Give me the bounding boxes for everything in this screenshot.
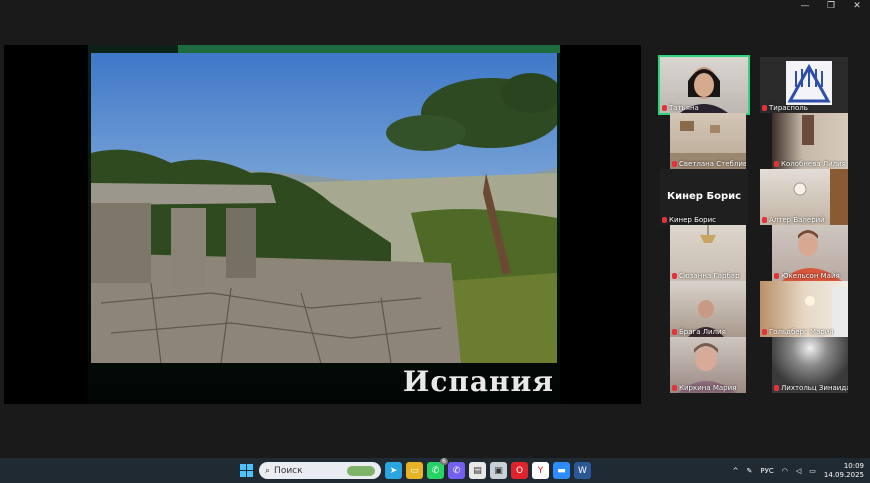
- speaker-icon[interactable]: ◁: [796, 467, 801, 475]
- participant-tile[interactable]: Алтер Валерий: [760, 169, 848, 225]
- zoom-window: — ❐ ✕ Испания Татьяна Тирасполь Светлана…: [0, 0, 870, 458]
- word-icon[interactable]: W: [574, 462, 591, 479]
- viber-icon[interactable]: ✆: [448, 462, 465, 479]
- taskbar-search-box[interactable]: ⌕ Поиск: [259, 462, 381, 479]
- search-icon: ⌕: [265, 465, 271, 476]
- mic-muted-icon: [662, 105, 667, 111]
- participant-name: Брага Лилия: [672, 328, 726, 336]
- participant-tile[interactable]: Гольдберг Мария: [760, 281, 848, 337]
- telegram-icon[interactable]: ➤: [385, 462, 402, 479]
- presentation-slide: Испания: [88, 45, 560, 404]
- windows-start-icon[interactable]: [238, 462, 255, 479]
- yandex-browser-icon[interactable]: Y: [532, 462, 549, 479]
- slide-accent-bar: [178, 45, 560, 53]
- mic-muted-icon: [672, 161, 677, 167]
- mic-muted-icon: [774, 161, 779, 167]
- participant-name: Сюзанна Гарбар: [672, 272, 740, 280]
- participant-tile[interactable]: Брага Лилия: [670, 281, 746, 337]
- participant-name: Колобнева Лилия: [774, 160, 846, 168]
- language-indicator[interactable]: РУС: [760, 467, 773, 475]
- wifi-icon[interactable]: ◠: [782, 467, 788, 475]
- windows-taskbar: ⌕ Поиск ➤ ▭ ✆ 6 ✆ ▤ ▣ O Y ▬ W ^ ✎ РУС ◠ ◁…: [0, 458, 870, 483]
- clock-time: 10:09: [843, 461, 864, 470]
- file-explorer-icon[interactable]: ▭: [406, 462, 423, 479]
- close-button[interactable]: ✕: [844, 0, 870, 14]
- participant-name: Светлана Стебливец: [672, 160, 746, 168]
- participant-tile[interactable]: Светлана Стебливец: [670, 113, 746, 169]
- zoom-icon[interactable]: ▬: [553, 462, 570, 479]
- whatsapp-badge: 6: [440, 458, 448, 465]
- participant-tile[interactable]: Тирасполь: [760, 57, 848, 113]
- mic-muted-icon: [672, 329, 677, 335]
- participant-tile[interactable]: Киркина Мария: [670, 337, 746, 393]
- search-label: Поиск: [274, 465, 303, 476]
- participant-name: Киркина Мария: [672, 384, 736, 392]
- participant-tile[interactable]: Кинер Борис Кинер Борис: [660, 169, 748, 225]
- participant-name: Юкельсон Майя: [774, 272, 840, 280]
- window-controls: — ❐ ✕: [792, 0, 870, 14]
- whatsapp-icon[interactable]: ✆ 6: [427, 458, 448, 479]
- participant-name: Кинер Борис: [662, 216, 716, 224]
- mic-muted-icon: [762, 217, 767, 223]
- taskbar-clock[interactable]: 10:09 14.09.2025: [824, 462, 864, 480]
- taskbar-pinned-apps: ⌕ Поиск ➤ ▭ ✆ 6 ✆ ▤ ▣ O Y ▬ W: [238, 458, 591, 483]
- search-highlight-icon: [347, 465, 375, 476]
- pen-icon[interactable]: ✎: [747, 467, 753, 475]
- participant-name: Гольдберг Мария: [762, 328, 834, 336]
- participant-display-name: Кинер Борис: [666, 191, 742, 202]
- document-app-icon[interactable]: ▤: [469, 462, 486, 479]
- participant-name: Татьяна: [662, 104, 699, 112]
- mic-muted-icon: [762, 329, 767, 335]
- chevron-up-icon[interactable]: ^: [733, 467, 739, 475]
- opera-icon[interactable]: O: [511, 462, 528, 479]
- mic-muted-icon: [774, 273, 779, 279]
- mic-muted-icon: [662, 217, 667, 223]
- participant-name: Лихтольц Зинаида: [774, 384, 848, 392]
- participant-tile[interactable]: Юкельсон Майя: [772, 225, 848, 281]
- mic-muted-icon: [762, 105, 767, 111]
- participant-name: Алтер Валерий: [762, 216, 825, 224]
- mic-muted-icon: [672, 385, 677, 391]
- shared-screen: Испания: [4, 45, 641, 404]
- mic-muted-icon: [672, 273, 677, 279]
- minimize-button[interactable]: —: [792, 0, 818, 14]
- slide-caption: Испания: [402, 365, 554, 398]
- participant-tile[interactable]: Сюзанна Гарбар: [670, 225, 746, 281]
- maximize-button[interactable]: ❐: [818, 0, 844, 14]
- participant-name: Тирасполь: [762, 104, 808, 112]
- battery-icon[interactable]: ▭: [809, 467, 816, 475]
- participant-tile[interactable]: Колобнева Лилия: [772, 113, 848, 169]
- mic-muted-icon: [774, 385, 779, 391]
- photos-app-icon[interactable]: ▣: [490, 462, 507, 479]
- clock-date: 14.09.2025: [823, 470, 864, 479]
- participant-tile[interactable]: Татьяна: [658, 55, 750, 115]
- slide-photo-dolmen: [91, 53, 557, 363]
- participant-tile[interactable]: Лихтольц Зинаида: [772, 337, 848, 393]
- system-tray: ^ ✎ РУС ◠ ◁ ▭ 10:09 14.09.2025: [733, 458, 864, 483]
